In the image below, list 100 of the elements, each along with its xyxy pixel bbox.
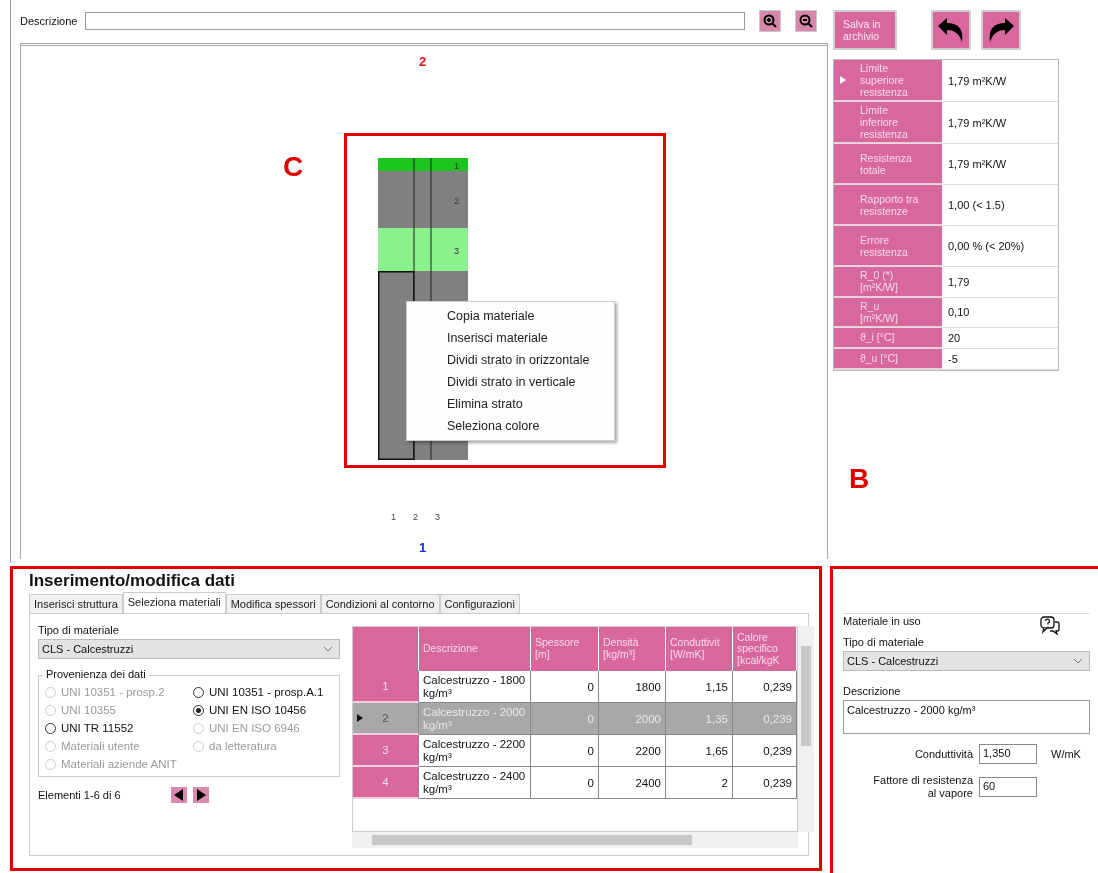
description-field[interactable]: Calcestruzzo - 2000 kg/m³ [843, 700, 1090, 734]
table-cell: 2 [666, 767, 733, 799]
table-cell: 0 [531, 735, 599, 767]
description-label: Descrizione [20, 15, 78, 27]
radio-label: UNI TR 11552 [61, 722, 134, 734]
radio-label: Materiali utente [61, 740, 140, 752]
field-label: Fattore di resistenza al vapore [873, 774, 973, 800]
help-chat-icon[interactable] [1040, 616, 1060, 636]
result-value: 1,79 m²K/W [947, 73, 1008, 89]
layer-number: 1 [454, 160, 459, 171]
menu-item[interactable]: Dividi strato in verticale [407, 371, 614, 393]
chevron-down-icon [323, 646, 333, 652]
radio-label: da letteratura [209, 740, 277, 752]
table-row[interactable]: 4 Calcestruzzo - 2400 kg/m³ 0 2400 2 0,239 [353, 767, 797, 799]
header-cell [353, 627, 419, 671]
tab[interactable]: Seleziona materiali [122, 592, 226, 613]
row-number: 2 [353, 703, 419, 735]
table-cell: 1,35 [666, 703, 733, 735]
table-cell: 0,239 [733, 703, 797, 735]
result-label: Resistenza totale [834, 144, 942, 185]
wall-layer[interactable] [378, 171, 468, 228]
radio-label: Materiali aziende ANIT [61, 758, 177, 770]
annotation-letter: C [283, 151, 304, 183]
layer-number: 3 [454, 245, 459, 256]
result-label: R_0 (*)[m²K/W] [834, 267, 942, 297]
table-cell: 0 [531, 767, 599, 799]
field-label: Conduttività [913, 747, 973, 761]
result-label: Limite inferiore resistenza [834, 102, 942, 144]
annotation-letter: B [849, 462, 871, 495]
column-header: Calore specifico [kcal/kgK [733, 627, 797, 671]
table-cell: Calcestruzzo - 2200 kg/m³ [419, 735, 531, 767]
result-value: 1,79 m²K/W [947, 157, 1008, 173]
column-header: Descrizione [419, 627, 531, 671]
result-value: 0,10 [947, 305, 971, 321]
unit-label: W/mK [1051, 748, 1081, 760]
table-cell: Calcestruzzo - 2400 kg/m³ [419, 767, 531, 799]
result-label: ϑ_i [°C] [834, 327, 942, 348]
table-cell: 0,239 [733, 767, 797, 799]
field-label: Descrizione [843, 685, 902, 697]
row-pointer-icon [357, 714, 363, 722]
result-label: Errore resistenza [834, 226, 942, 267]
radio-label: UNI 10351 - prosp.2 [61, 686, 165, 698]
table-cell: 2400 [599, 767, 666, 799]
menu-item[interactable]: Seleziona colore [407, 415, 614, 437]
side-label: 1 [419, 540, 427, 555]
wall-layer[interactable] [378, 158, 468, 171]
row-number: 4 [353, 767, 419, 799]
table-cell: 0,239 [733, 735, 797, 767]
record-count: Elementi 1-6 di 6 [38, 789, 121, 801]
field-label: Tipo di materiale [843, 636, 925, 648]
conductivity-field[interactable]: 1,350 [979, 744, 1037, 764]
chevron-down-icon [1073, 658, 1083, 664]
menu-item[interactable]: Inserisci materiale [407, 327, 614, 349]
table-cell: 2200 [599, 735, 666, 767]
menu-item[interactable]: Elimina strato [407, 393, 614, 415]
radio-label: UNI 10351 - prosp.A.1 [209, 686, 324, 698]
column-number: 3 [435, 512, 441, 522]
row-number: 3 [353, 735, 419, 767]
column-header: Spessore [m] [531, 627, 599, 671]
result-label: Limite superiore resistenza [834, 60, 942, 102]
column-header: Densità [kg/m³] [599, 627, 666, 671]
result-value: 20 [947, 330, 962, 346]
result-value: 1,79 [947, 274, 971, 290]
column-number: 2 [413, 512, 419, 522]
horizontal-scrollbar[interactable] [352, 832, 798, 848]
menu-item[interactable]: Dividi strato in orizzontale [407, 349, 614, 371]
previous-button[interactable] [170, 787, 187, 803]
field-label: Tipo di materiale [38, 624, 120, 636]
table-cell: 1,65 [666, 735, 733, 767]
result-value: 0,00 % (< 20%) [947, 239, 1026, 255]
vapour-resistance-field[interactable]: 60 [979, 776, 1037, 797]
material-type-dropdown[interactable]: CLS - Calcestruzzi [38, 639, 340, 659]
radio-label: UNI 10355 [61, 704, 116, 716]
result-value: -5 [947, 351, 959, 367]
redo-icon[interactable] [981, 10, 1021, 50]
column-number: 1 [391, 512, 396, 522]
table-cell: 0 [531, 703, 599, 735]
tab[interactable]: Modifica spessori [225, 594, 321, 613]
vertical-scrollbar[interactable] [798, 626, 814, 832]
tab[interactable]: Configurazioni [439, 594, 520, 613]
description-field[interactable] [85, 12, 746, 30]
next-button[interactable] [192, 787, 209, 803]
radio-label: UNI EN ISO 6946 [209, 722, 300, 734]
wall-layer[interactable] [378, 228, 468, 271]
table-cell: 2000 [599, 703, 666, 735]
menu-item[interactable]: Copia materiale [407, 305, 614, 327]
table-row[interactable]: 3 Calcestruzzo - 2200 kg/m³ 0 2200 1,65 0,239 [353, 735, 797, 767]
result-value: 1,00 (< 1.5) [947, 198, 1006, 214]
zoom-out-icon[interactable] [795, 10, 818, 32]
side-label: 2 [419, 54, 427, 69]
tab[interactable]: Inserisci struttura [29, 594, 123, 613]
column-header: Conduttivit [W/mK] [666, 627, 733, 671]
zoom-in-icon[interactable] [759, 10, 782, 32]
tab[interactable]: Condizioni al contorno [320, 594, 440, 613]
undo-icon[interactable] [931, 10, 971, 50]
result-label: ϑ_u [°C] [834, 348, 942, 369]
layer-number: 2 [454, 195, 459, 206]
group-title: Provenienza dei dati [43, 668, 149, 680]
radio-label: UNI EN ISO 10456 [209, 704, 307, 716]
material-type-dropdown[interactable]: CLS - Calcestruzzi [843, 651, 1090, 671]
